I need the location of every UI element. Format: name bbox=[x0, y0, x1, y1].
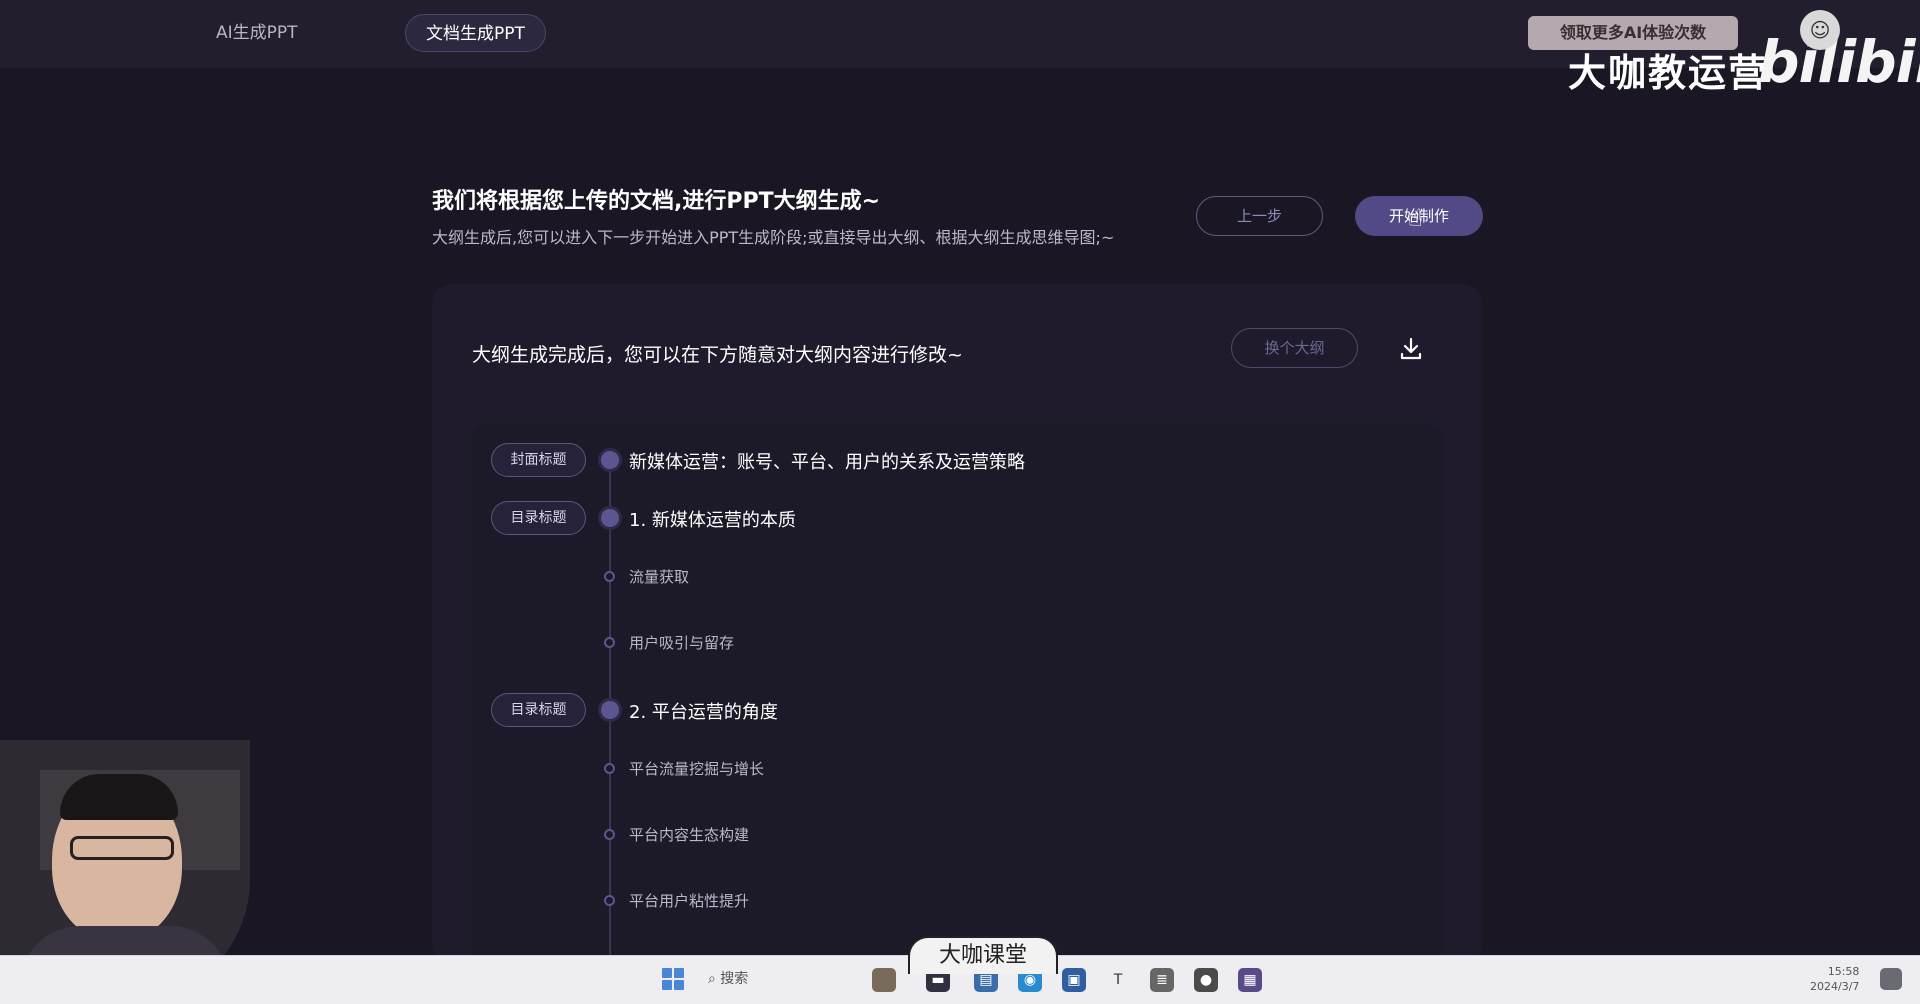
search-icon: ⌕ bbox=[708, 971, 721, 987]
clock: 15:58 2024/3/7 bbox=[1810, 965, 1860, 993]
outline-item-chapter-2[interactable]: 2. 平台运营的角度 bbox=[629, 698, 778, 724]
tab-ai-ppt[interactable]: AI生成PPT bbox=[216, 14, 298, 52]
mouse-cursor-icon: ☝ bbox=[1408, 204, 1423, 232]
swap-outline-button[interactable]: 换个大纲 bbox=[1231, 328, 1358, 368]
outline-subitem[interactable]: 平台内容生态构建 bbox=[629, 824, 749, 845]
presenter-glasses bbox=[70, 836, 174, 860]
app-window: AI生成PPT 文档生成PPT 我们将根据您上传的文档,进行PPT大纲生成~ 大… bbox=[0, 0, 1920, 964]
download-icon[interactable] bbox=[1398, 336, 1424, 362]
mascot-icon: ☺ bbox=[1800, 10, 1840, 50]
timeline-dot-small bbox=[604, 763, 615, 774]
timeline-dot-small bbox=[604, 895, 615, 906]
media-icon[interactable]: ● bbox=[1194, 968, 1218, 992]
timeline-dot-small bbox=[604, 829, 615, 840]
timeline-dot bbox=[601, 451, 619, 469]
outline-subitem[interactable]: 平台流量挖掘与增长 bbox=[629, 758, 764, 779]
prev-step-button[interactable]: 上一步 bbox=[1196, 196, 1323, 236]
tag-toc-title[interactable]: 目录标题 bbox=[491, 693, 586, 727]
bilibili-logo: bilibili bbox=[1758, 28, 1920, 96]
card-title: 大纲生成完成后，您可以在下方随意对大纲内容进行修改~ bbox=[472, 344, 963, 366]
app-icon[interactable] bbox=[872, 968, 896, 992]
timeline-dot-small bbox=[604, 637, 615, 648]
presenter-hair bbox=[60, 774, 178, 820]
text-app-icon[interactable]: T bbox=[1106, 968, 1130, 992]
tab-doc-ppt[interactable]: 文档生成PPT bbox=[405, 14, 546, 52]
tag-toc-title[interactable]: 目录标题 bbox=[491, 501, 586, 535]
outline-subitem[interactable]: 平台用户粘性提升 bbox=[629, 890, 749, 911]
store-icon[interactable]: ▣ bbox=[1062, 968, 1086, 992]
outline-item-chapter-1[interactable]: 1. 新媒体运营的本质 bbox=[629, 506, 796, 532]
outline-item-cover[interactable]: 新媒体运营：账号、平台、用户的关系及运营策略 bbox=[629, 448, 1025, 474]
tray-icon[interactable] bbox=[1880, 968, 1902, 990]
outline-subitem[interactable]: 流量获取 bbox=[629, 566, 689, 587]
tag-cover-title[interactable]: 封面标题 bbox=[491, 443, 586, 477]
timeline-dot-small bbox=[604, 571, 615, 582]
notes-icon[interactable]: ≣ bbox=[1150, 968, 1174, 992]
timeline-dot bbox=[601, 509, 619, 527]
app-icon[interactable]: ▦ bbox=[1238, 968, 1262, 992]
bottom-logo: 大咖课堂 bbox=[908, 936, 1058, 974]
outline-subitem[interactable]: 用户吸引与留存 bbox=[629, 632, 734, 653]
page-title: 我们将根据您上传的文档,进行PPT大纲生成~ bbox=[432, 189, 881, 214]
outline-list bbox=[472, 424, 1444, 964]
timeline-dot bbox=[601, 701, 619, 719]
page-subtitle: 大纲生成后,您可以进入下一步开始进入PPT生成阶段;或直接导出大纲、根据大纲生成… bbox=[432, 228, 1115, 247]
taskbar-search[interactable]: ⌕ 搜索 bbox=[708, 968, 748, 988]
windows-start-icon[interactable] bbox=[662, 968, 684, 990]
channel-watermark: 大咖教运营 bbox=[1568, 51, 1769, 95]
